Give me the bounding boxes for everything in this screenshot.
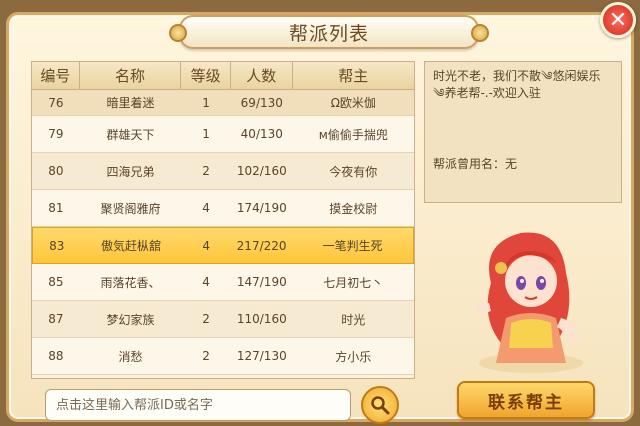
cell-leader: 今夜有你: [329, 164, 378, 179]
cell-name: 傲気赶枞舘: [100, 239, 161, 253]
cell-members: 174/190: [236, 201, 287, 215]
guild-list-panel: 帮派列表 编号 名称 等级 人数 帮主 76 暗里着迷 1 69/130 Ω欧米…: [6, 12, 634, 424]
cell-members: 102/160: [236, 164, 287, 178]
cell-id: 76: [48, 95, 64, 110]
cell-leader: 方小乐: [335, 349, 372, 364]
table-row[interactable]: 85 雨落花香、 4 147/190 七月初七丶: [32, 264, 414, 301]
header-id: 编号: [32, 62, 80, 89]
guild-description: 时光不老，我们不散༄悠闲娱乐༄养老帮-.-欢迎入驻: [433, 69, 601, 100]
cell-members: 217/220: [236, 238, 287, 253]
cell-id: 79: [48, 127, 64, 141]
cell-id: 81: [48, 201, 64, 215]
close-button[interactable]: ✕: [600, 2, 636, 38]
cell-name: 消愁: [118, 349, 143, 364]
cell-members: 147/190: [236, 275, 287, 289]
table-row[interactable]: 76 暗里着迷 1 69/130 Ω欧米伽: [32, 90, 414, 116]
cell-id: 85: [48, 275, 64, 289]
ornament-icon: [169, 24, 187, 42]
guild-former-name: 帮派曾用名：无: [433, 157, 518, 171]
cell-level: 4: [202, 238, 210, 253]
cell-name: 梦幻家族: [106, 312, 155, 327]
cell-members: 40/130: [240, 127, 283, 141]
cell-name: 聚贤阁雅府: [100, 201, 161, 216]
guild-info-box: 时光不老，我们不散༄悠闲娱乐༄养老帮-.-欢迎入驻 帮派曾用名：无: [424, 61, 622, 203]
cell-id: 80: [48, 164, 64, 178]
cell-members: 110/160: [236, 312, 287, 326]
cell-name: 暗里着迷: [106, 96, 155, 110]
search-button[interactable]: [361, 386, 399, 424]
cell-id: 88: [48, 349, 64, 363]
cell-level: 4: [202, 275, 210, 289]
header-leader: 帮主: [338, 67, 369, 85]
header-members: 人数: [231, 62, 293, 89]
cell-leader: 一笔判生死: [322, 239, 383, 253]
header-name: 名称: [80, 62, 182, 89]
table-row-selected[interactable]: 83 傲気赶枞舘 4 217/220 一笔判生死: [32, 227, 414, 264]
cell-leader: м偷偷手揣兜: [318, 127, 388, 142]
character-portrait: [461, 223, 591, 373]
table-header: 编号 名称 等级 人数 帮主: [32, 62, 414, 90]
cell-level: 2: [202, 164, 210, 178]
table-row[interactable]: 80 四海兄弟 2 102/160 今夜有你: [32, 153, 414, 190]
cell-id: 87: [48, 312, 64, 326]
header-level: 等级: [181, 62, 231, 89]
cell-level: 4: [202, 201, 210, 215]
page-title: 帮派列表: [288, 22, 369, 45]
cell-level: 1: [202, 127, 210, 141]
contact-leader-button[interactable]: 联系帮主: [457, 381, 595, 419]
close-icon: ✕: [608, 7, 628, 33]
ornament-icon: [471, 24, 489, 42]
search-input[interactable]: [56, 397, 340, 413]
cell-level: 2: [202, 349, 210, 363]
cell-level: 2: [202, 312, 210, 326]
cell-leader: 七月初七丶: [323, 275, 384, 290]
cell-leader: 摸金校尉: [329, 201, 378, 216]
table-row[interactable]: 87 梦幻家族 2 110/160 时光: [32, 301, 414, 338]
table-row[interactable]: 79 群雄天下 1 40/130 м偷偷手揣兜: [32, 116, 414, 153]
cell-level: 1: [202, 95, 210, 110]
cell-leader: Ω欧米伽: [330, 96, 376, 110]
search-field[interactable]: [45, 389, 351, 421]
cell-name: 四海兄弟: [106, 164, 155, 179]
table-row[interactable]: 81 聚贤阁雅府 4 174/190 摸金校尉: [32, 190, 414, 227]
cell-id: 83: [49, 238, 65, 253]
cell-members: 69/130: [240, 95, 283, 110]
guild-table: 编号 名称 等级 人数 帮主 76 暗里着迷 1 69/130 Ω欧米伽 79 …: [31, 61, 415, 379]
cell-name: 群雄天下: [106, 127, 155, 142]
table-row[interactable]: 88 消愁 2 127/130 方小乐: [32, 338, 414, 375]
cell-name: 雨落花香、: [100, 275, 161, 290]
cell-leader: 时光: [341, 312, 366, 327]
search-icon: [371, 396, 390, 415]
cell-members: 127/130: [236, 349, 287, 363]
title-banner: 帮派列表: [169, 15, 489, 49]
